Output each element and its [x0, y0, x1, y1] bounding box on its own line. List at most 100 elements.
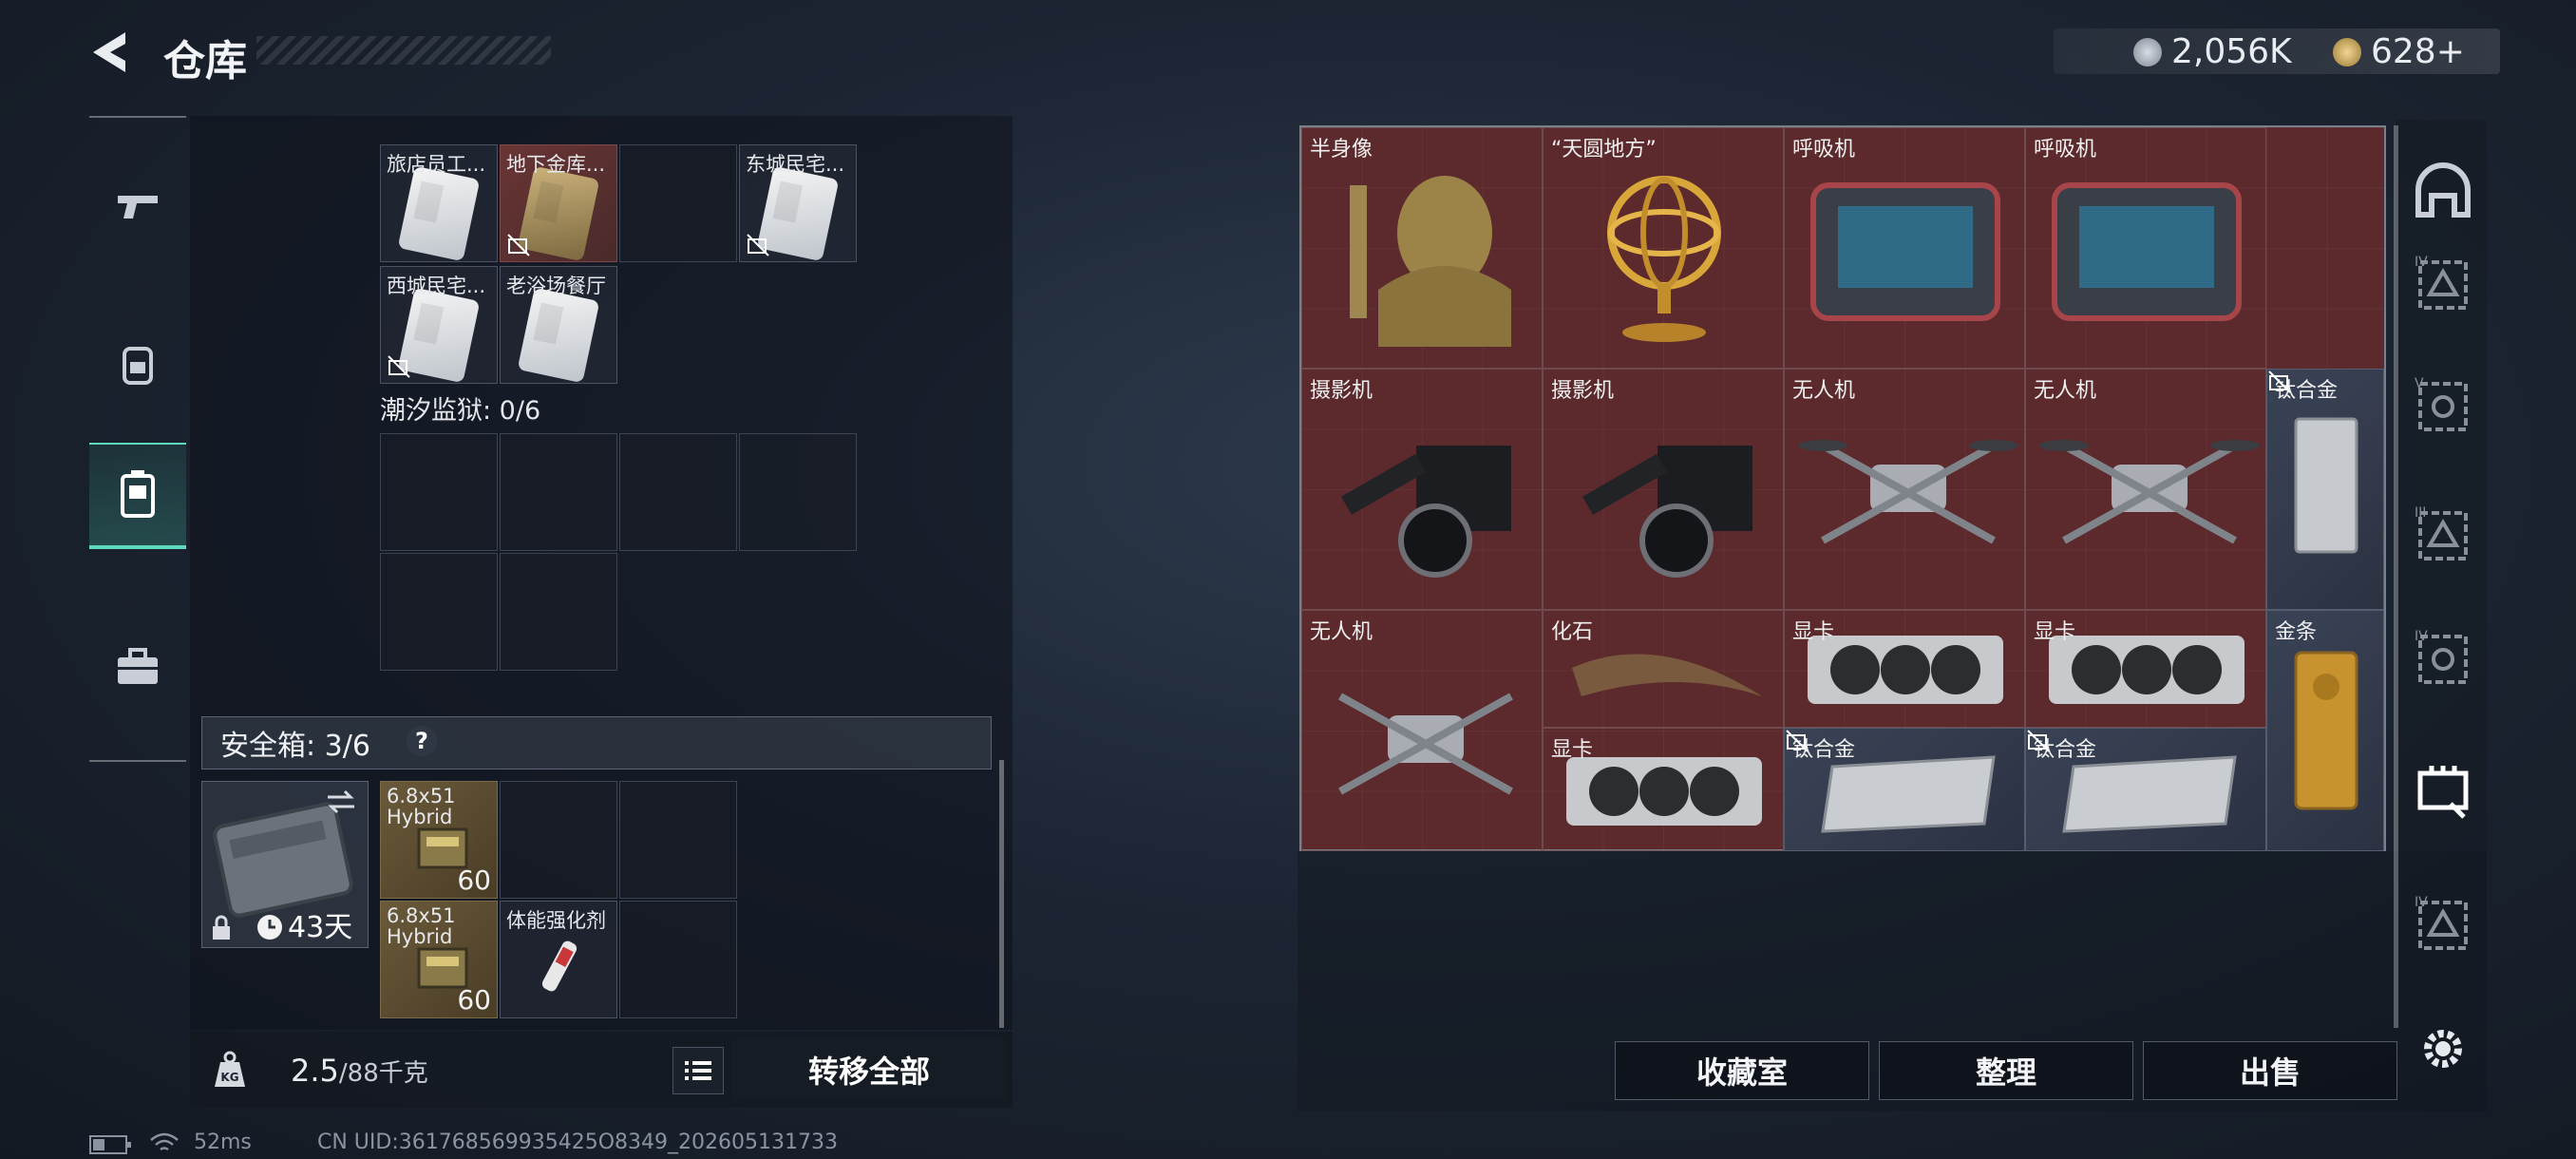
- stash-item-drone[interactable]: 无人机: [2025, 369, 2266, 610]
- briefcase-icon: [118, 648, 158, 684]
- back-arrow-icon[interactable]: [87, 28, 135, 76]
- stash-item-bust[interactable]: 半身像: [1301, 127, 1543, 369]
- settings-gear-icon[interactable]: [2409, 1015, 2477, 1083]
- stash-item-gpu[interactable]: 显卡: [2025, 610, 2266, 728]
- key-slot-empty[interactable]: [739, 433, 857, 551]
- stash-item-armillary[interactable]: “天圆地方”: [1543, 127, 1784, 369]
- gold-bar-icon: [2294, 651, 2358, 810]
- left-nav: [89, 116, 186, 762]
- svg-text:IV: IV: [2415, 629, 2428, 644]
- gun-icon: [118, 196, 158, 218]
- transfer-all-button[interactable]: 转移全部: [731, 1039, 1007, 1100]
- wifi-icon: [150, 1132, 179, 1151]
- weight-icon: KG: [215, 1051, 245, 1087]
- tab-storage-active[interactable]: [2409, 756, 2477, 825]
- tab-storage-v[interactable]: V: [2409, 370, 2477, 439]
- nav-weapons[interactable]: [89, 158, 186, 256]
- nav-briefcase[interactable]: [89, 618, 186, 716]
- svg-text:KG: KG: [220, 1071, 238, 1084]
- bust-icon: [1350, 176, 1511, 347]
- key-slot-empty[interactable]: [500, 553, 617, 671]
- ventilator-icon: [1810, 182, 2000, 321]
- list-view-button[interactable]: [672, 1047, 724, 1094]
- collection-room-button[interactable]: 收藏室: [1615, 1041, 1869, 1100]
- stash-item-ventilator[interactable]: 呼吸机: [2025, 127, 2266, 369]
- camera-icon: [1341, 446, 1511, 578]
- stash-item-titanium[interactable]: 钛合金: [2025, 728, 2266, 851]
- right-scrollbar[interactable]: [2394, 125, 2398, 1028]
- gold-coin-icon: [2333, 38, 2361, 66]
- titanium-ingot-icon: [2294, 417, 2358, 554]
- stash-item-titanium[interactable]: 钛合金: [1784, 728, 2025, 851]
- stash-item-fossil[interactable]: 化石: [1543, 610, 1784, 728]
- stash-item-gpu[interactable]: 显卡: [1784, 610, 2025, 728]
- page-title: 仓库: [163, 37, 247, 86]
- secure-slot-empty[interactable]: [619, 781, 737, 899]
- svg-text:V: V: [2415, 376, 2424, 391]
- no-transfer-icon: [388, 355, 410, 378]
- tab-storage-iv-3[interactable]: IV: [2409, 889, 2477, 958]
- svg-text:IV: IV: [2415, 895, 2428, 910]
- stash-item-ventilator[interactable]: 呼吸机: [1784, 127, 2025, 369]
- stash-item-gold-bar[interactable]: 金条: [2266, 610, 2384, 851]
- key-slot-empty[interactable]: [619, 144, 737, 262]
- secure-slot-empty[interactable]: [619, 901, 737, 1018]
- organize-button[interactable]: 整理: [1879, 1041, 2133, 1100]
- secure-case-slot[interactable]: 43天: [201, 781, 369, 948]
- key-slot[interactable]: 西城民宅...: [380, 266, 498, 384]
- backpack-icon: [123, 347, 153, 385]
- svg-text:III: III: [2415, 505, 2426, 521]
- drone-icon: [1798, 440, 2018, 544]
- nav-backpack[interactable]: [89, 315, 186, 414]
- list-icon: [685, 1061, 711, 1080]
- ammo-slot[interactable]: 6.8x51 Hybrid 60: [380, 901, 498, 1018]
- drone-icon: [1338, 693, 1513, 795]
- stash-item-camera[interactable]: 摄影机: [1301, 369, 1543, 610]
- stash-item-titanium[interactable]: 钛合金: [2266, 369, 2384, 610]
- no-transfer-icon: [747, 234, 769, 256]
- stash-item-camera[interactable]: 摄影机: [1543, 369, 1784, 610]
- no-transfer-icon: [2027, 730, 2050, 752]
- gold-amount[interactable]: 628+: [2371, 32, 2465, 71]
- stash-home-icon[interactable]: [2409, 162, 2477, 230]
- silver-coin-icon: [2133, 38, 2162, 66]
- case-timer: 43天: [288, 911, 353, 944]
- ping-readout: 52ms: [194, 1130, 252, 1154]
- swap-icon[interactable]: [324, 788, 358, 816]
- camera-icon: [1582, 446, 1752, 578]
- help-icon[interactable]: ?: [407, 726, 437, 756]
- armillary-sphere-icon: [1607, 176, 1721, 342]
- stim-slot[interactable]: 体能强化剂: [500, 901, 617, 1018]
- uid-readout: CN UID:361768569935425O8349_202605131733: [317, 1130, 838, 1154]
- no-transfer-icon: [507, 234, 530, 256]
- key-slot[interactable]: 旅店员工...: [380, 144, 498, 262]
- key-slot[interactable]: 老浴场餐厅: [500, 266, 617, 384]
- stash-item-drone[interactable]: 无人机: [1784, 369, 2025, 610]
- tab-storage-iv-2[interactable]: IV: [2409, 623, 2477, 692]
- stash-item-gpu[interactable]: 显卡: [1543, 728, 1784, 851]
- currency-bar: 2,056K 628+: [2054, 28, 2500, 74]
- no-transfer-icon: [1786, 730, 1809, 752]
- stash-item-drone[interactable]: 无人机: [1301, 610, 1543, 851]
- key-slot-empty[interactable]: [380, 433, 498, 551]
- tab-storage-iv[interactable]: IV: [2409, 249, 2477, 317]
- sell-button[interactable]: 出售: [2143, 1041, 2397, 1100]
- clock-icon: [257, 915, 282, 940]
- key-slot-empty[interactable]: [500, 433, 617, 551]
- left-scrollbar[interactable]: [999, 760, 1004, 1028]
- key-slot-empty[interactable]: [380, 553, 498, 671]
- key-slot[interactable]: 东城民宅...: [739, 144, 857, 262]
- lock-icon: [213, 915, 230, 940]
- title-decoration: [256, 36, 551, 65]
- secure-slot-empty[interactable]: [500, 781, 617, 899]
- nav-storage[interactable]: [89, 443, 186, 549]
- tidal-prison-label: 潮汐监狱: 0/6: [380, 396, 541, 426]
- key-slot[interactable]: 地下金库...: [500, 144, 617, 262]
- svg-text:IV: IV: [2415, 255, 2428, 270]
- ventilator-icon: [2052, 182, 2242, 321]
- no-transfer-icon: [2268, 370, 2291, 393]
- ammo-slot[interactable]: 6.8x51 Hybrid 60: [380, 781, 498, 899]
- tab-storage-iii[interactable]: III: [2409, 500, 2477, 568]
- key-slot-empty[interactable]: [619, 433, 737, 551]
- silver-amount: 2,056K: [2171, 32, 2292, 71]
